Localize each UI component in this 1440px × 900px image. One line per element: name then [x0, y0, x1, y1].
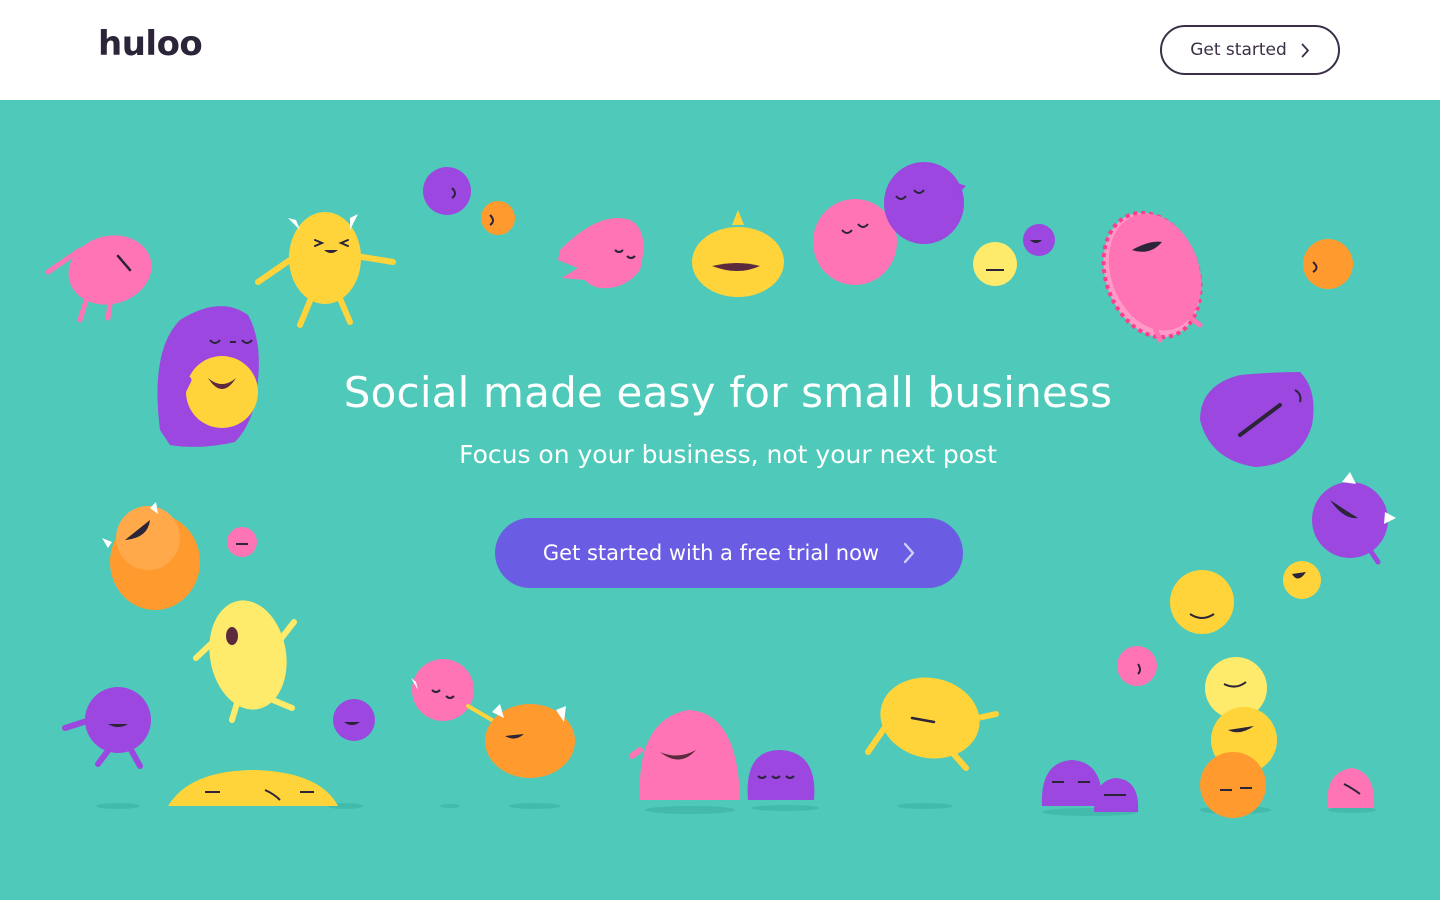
hero-subtitle: Focus on your business, not your next po…	[459, 440, 997, 469]
free-trial-label: Get started with a free trial now	[542, 541, 880, 565]
purple-grumpy-pair	[1041, 760, 1139, 812]
chevron-right-icon	[1301, 43, 1310, 58]
get-started-label: Get started	[1190, 40, 1287, 60]
get-started-button[interactable]: Get started	[1160, 25, 1340, 75]
free-trial-button[interactable]: Get started with a free trial now	[495, 518, 963, 588]
small-yellow-ball	[973, 242, 1017, 286]
flat-yellow-monster	[168, 770, 338, 806]
pink-monster-flying	[45, 235, 152, 323]
purple-ball-bottom-left	[333, 699, 375, 741]
yellow-horned-monster	[255, 212, 396, 328]
yellow-blob-monster	[692, 210, 784, 297]
small-purple-ball	[423, 167, 471, 215]
orange-horned-monster	[102, 502, 200, 610]
purple-waving-monster	[62, 687, 151, 769]
hero-title: Social made easy for small business	[343, 368, 1113, 417]
yellow-surprised-monster	[193, 600, 297, 723]
pink-ball-right	[1117, 646, 1157, 686]
purple-sleepy-monster	[747, 750, 815, 800]
site-header: huloo Get started	[0, 0, 1440, 100]
tiny-pink-ball	[227, 527, 257, 557]
pink-small-monster-bottom-right	[1327, 768, 1375, 808]
pink-spiky-monster	[1101, 210, 1203, 343]
monsters-illustration	[45, 162, 1396, 818]
pink-purple-pair	[813, 162, 966, 285]
yellow-jumping-monster	[865, 677, 999, 771]
pink-orange-pair	[411, 659, 575, 778]
pink-ghost-monster	[558, 218, 644, 289]
yellow-ball-tower	[1170, 570, 1277, 818]
purple-horned-monster	[1312, 472, 1396, 565]
hero-section: Social made easy for small business Focu…	[0, 100, 1440, 900]
huloo-logo[interactable]: huloo	[98, 24, 203, 64]
big-pink-monster	[629, 710, 740, 800]
small-yellow-ball-right	[1283, 561, 1321, 599]
chevron-right-icon	[903, 542, 915, 564]
orange-ball-top-right	[1303, 239, 1353, 289]
small-orange-ball	[481, 201, 515, 235]
